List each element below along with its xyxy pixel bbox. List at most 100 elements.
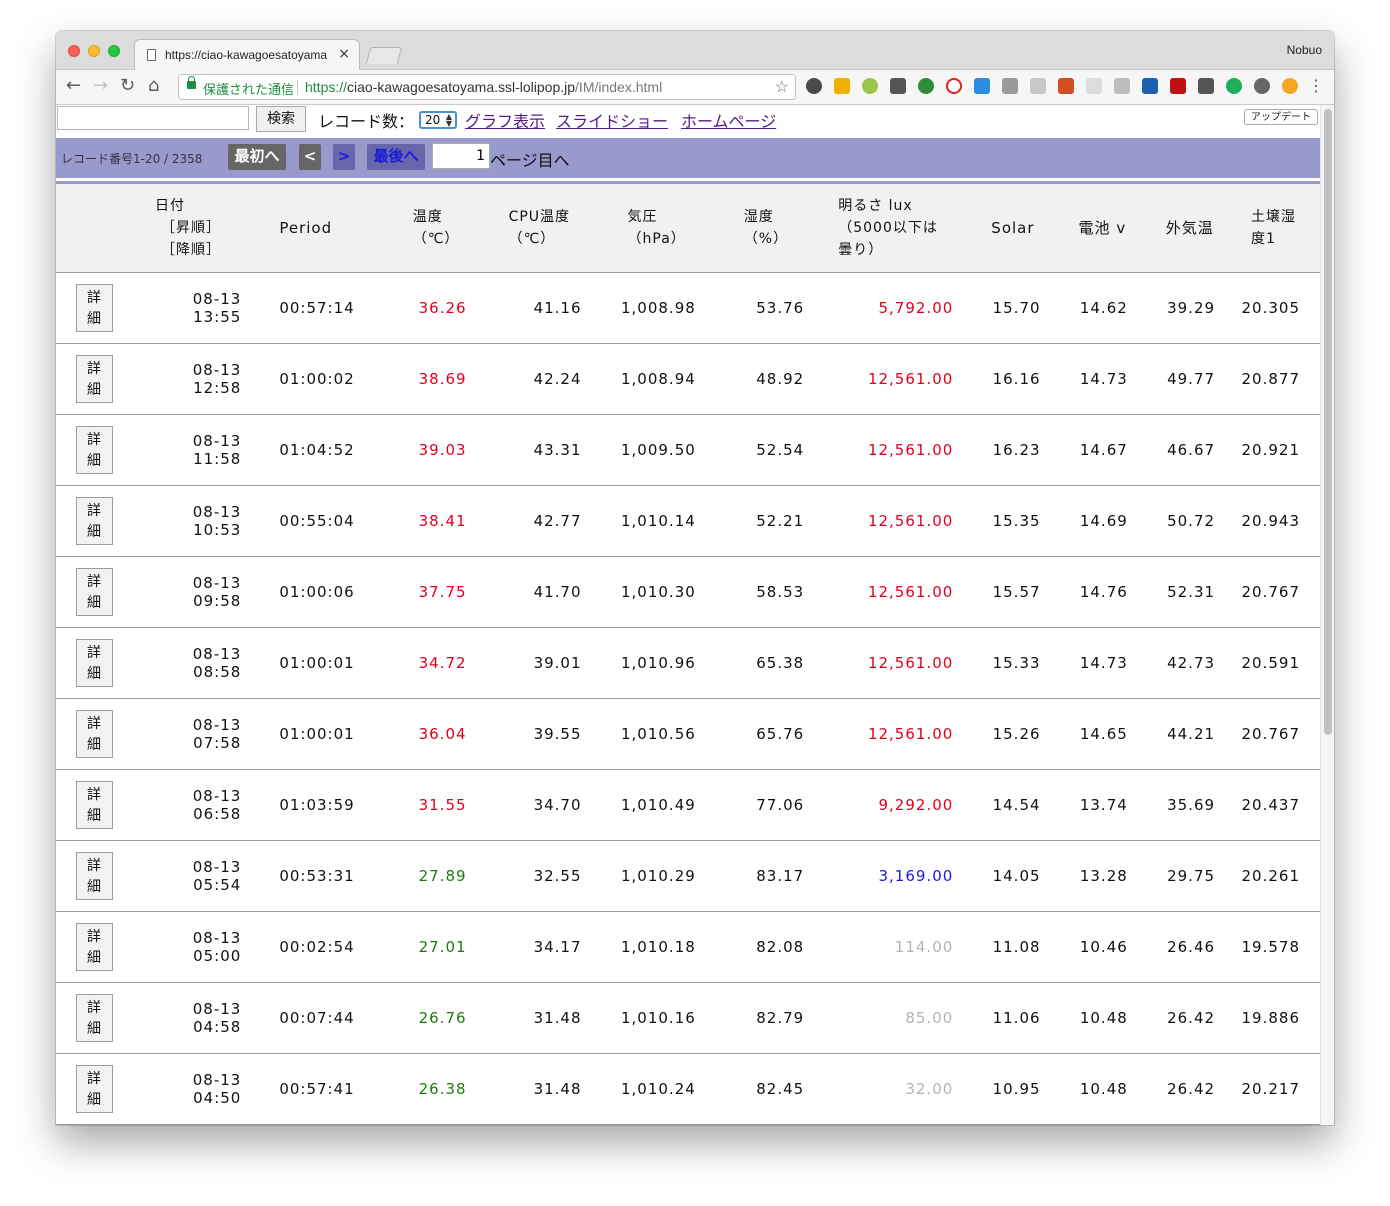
bookmark-icon[interactable]	[1142, 78, 1158, 94]
pocket-icon[interactable]	[890, 78, 906, 94]
detail-button[interactable]: 詳細	[76, 852, 113, 900]
browser-window: https://ciao-kawagoesatoyama × Nobuo ← →…	[56, 31, 1334, 1125]
homepage-link[interactable]: ホームページ	[681, 108, 776, 132]
detail-button[interactable]: 詳細	[76, 355, 113, 403]
header-row: 日付 ［昇順］ ［降順］ Period 温度 （℃） CPU温度 （℃） 気圧 （hP…	[56, 184, 1320, 273]
table-row: 詳細 08-13 08:58 01:00:01 34.72 39.01 1,010.96 65…	[56, 627, 1320, 699]
period-header: Period	[261, 184, 375, 273]
extension-icon[interactable]	[918, 78, 934, 94]
table-row: 詳細 08-13 06:58 01:03:59 31.55 34.70 1,010.49 77…	[56, 769, 1320, 841]
extension-icon[interactable]	[1254, 78, 1270, 94]
extension-icon[interactable]	[974, 78, 990, 94]
bookmark-star-icon[interactable]: ☆	[775, 77, 789, 97]
lux-cell: 5,792.00	[824, 272, 974, 344]
lux-cell: 12,561.00	[824, 556, 974, 628]
humidity-cell: 77.06	[715, 769, 825, 841]
forward-arrow-icon[interactable]: →	[93, 75, 108, 97]
battery-cell: 10.48	[1060, 982, 1148, 1054]
pdf-icon[interactable]	[1170, 78, 1186, 94]
period-cell: 01:03:59	[261, 769, 375, 841]
detail-button[interactable]: 詳細	[76, 426, 113, 474]
extension-icon[interactable]	[862, 78, 878, 94]
evernote-icon[interactable]	[806, 78, 822, 94]
humidity-cell: 83.17	[715, 840, 825, 912]
outside-temp-cell: 26.42	[1147, 982, 1236, 1054]
extension-icon[interactable]	[1114, 78, 1130, 94]
solar-cell: 15.35	[973, 485, 1061, 557]
outside-temp-cell: 44.21	[1147, 698, 1236, 770]
minimize-window-button[interactable]	[88, 45, 100, 57]
vertical-scrollbar[interactable]	[1320, 105, 1334, 1125]
battery-header: 電池 v	[1060, 184, 1148, 273]
prev-page-button[interactable]: <	[299, 144, 321, 170]
temp-cell: 38.41	[374, 485, 487, 557]
pressure-cell: 1,009.50	[601, 414, 716, 486]
last-page-button[interactable]: 最後へ	[367, 144, 425, 170]
detail-button[interactable]: 詳細	[76, 284, 113, 332]
period-cell: 00:07:44	[261, 982, 375, 1054]
reload-icon[interactable]: ↻	[120, 75, 135, 97]
profile-name[interactable]: Nobuo	[1287, 43, 1322, 57]
period-cell: 00:53:31	[261, 840, 375, 912]
page-number-input[interactable]: 1	[432, 143, 490, 169]
cpu-temp-cell: 32.55	[486, 840, 602, 912]
home-icon[interactable]: ⌂	[148, 75, 159, 97]
pressure-cell: 1,010.96	[601, 627, 716, 699]
extension-icon[interactable]	[834, 78, 850, 94]
record-count-select[interactable]: 20 ▲ ▼	[419, 111, 457, 129]
sort-asc-link[interactable]: ［昇順］	[155, 217, 257, 239]
pressure-cell: 1,010.24	[601, 1053, 716, 1125]
extension-icon[interactable]	[1198, 78, 1214, 94]
humidity-cell: 58.53	[715, 556, 825, 628]
solar-cell: 16.16	[973, 343, 1061, 415]
grammarly-icon[interactable]	[1226, 78, 1242, 94]
soil-moisture-cell: 19.886	[1235, 982, 1320, 1054]
detail-button[interactable]: 詳細	[76, 781, 113, 829]
search-input[interactable]	[57, 106, 249, 130]
battery-cell: 14.62	[1060, 272, 1148, 344]
detail-button[interactable]: 詳細	[76, 497, 113, 545]
close-window-button[interactable]	[68, 45, 80, 57]
detail-button[interactable]: 詳細	[76, 639, 113, 687]
pressure-cell: 1,010.30	[601, 556, 716, 628]
soil-moisture-cell: 20.437	[1235, 769, 1320, 841]
extension-icon[interactable]	[1002, 78, 1018, 94]
detail-button[interactable]: 詳細	[76, 923, 113, 971]
search-button[interactable]: 検索	[256, 106, 306, 132]
lux-cell: 12,561.00	[824, 698, 974, 770]
tab-close-icon[interactable]: ×	[338, 46, 350, 62]
detail-button[interactable]: 詳細	[76, 568, 113, 616]
date-cell: 08-13 08:58	[133, 627, 262, 699]
update-button[interactable]: アップデート	[1244, 109, 1318, 125]
graph-link[interactable]: グラフ表示	[465, 108, 545, 132]
outside-temp-cell: 39.29	[1147, 272, 1236, 344]
slideshow-link[interactable]: スライドショー	[556, 108, 668, 132]
extension-icon[interactable]	[1030, 78, 1046, 94]
detail-button[interactable]: 詳細	[76, 710, 113, 758]
extension-icon[interactable]	[1282, 78, 1298, 94]
cpu-temp-cell: 34.17	[486, 911, 602, 983]
humidity-cell: 82.79	[715, 982, 825, 1054]
address-bar[interactable]: 保護された通信 https://ciao-kawagoesatoyama.ssl…	[178, 74, 796, 100]
heart-icon[interactable]	[946, 78, 962, 94]
browser-menu-icon[interactable]: ⋮	[1308, 76, 1324, 95]
back-arrow-icon[interactable]: ←	[66, 75, 81, 97]
extension-icon[interactable]	[1058, 78, 1074, 94]
dropbox-icon[interactable]	[1086, 78, 1102, 94]
detail-button[interactable]: 詳細	[76, 1065, 113, 1113]
next-page-button[interactable]: >	[333, 144, 355, 170]
humidity-cell: 82.45	[715, 1053, 825, 1125]
battery-cell: 10.46	[1060, 911, 1148, 983]
outside-temp-cell: 35.69	[1147, 769, 1236, 841]
detail-button[interactable]: 詳細	[76, 994, 113, 1042]
cpu-temp-cell: 41.16	[486, 272, 602, 344]
first-page-button[interactable]: 最初へ	[228, 144, 286, 170]
scrollbar-thumb[interactable]	[1324, 109, 1332, 735]
humidity-cell: 82.08	[715, 911, 825, 983]
browser-tab[interactable]: https://ciao-kawagoesatoyama ×	[134, 39, 360, 70]
date-cell: 08-13 10:53	[133, 485, 262, 557]
period-cell: 01:00:01	[261, 698, 375, 770]
zoom-window-button[interactable]	[108, 45, 120, 57]
sort-desc-link[interactable]: ［降順］	[155, 239, 257, 261]
new-tab-button[interactable]	[365, 47, 403, 64]
